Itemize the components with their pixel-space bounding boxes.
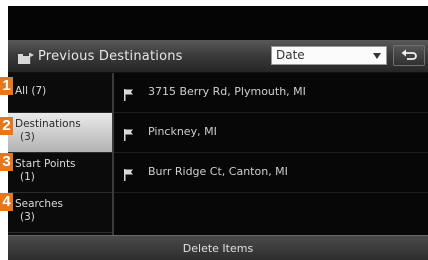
list-item[interactable]: 3715 Berry Rd, Plymouth, MI [114,73,428,113]
callout-3: 3 [0,153,13,171]
list-item-text: Pinckney, MI [148,125,217,138]
header-title-group: Previous Destinations [17,40,183,72]
sidebar-item-start-points[interactable]: Start Points (1) [8,153,112,193]
flag-icon [123,86,134,105]
flag-icon [123,126,134,145]
sidebar-item-count: (3) [20,131,35,143]
destination-list: 3715 Berry Rd, Plymouth, MI Pinckney, MI… [114,73,428,235]
folder-flag-icon [17,50,35,64]
callout-1: 1 [0,77,13,95]
header-bar: Previous Destinations Date [8,40,428,73]
sidebar-item-label: Destinations [15,118,81,130]
flag-icon [123,166,134,185]
category-sidebar: All (7) Destinations (3) Start Points (1… [8,73,112,235]
list-item-text: Burr Ridge Ct, Canton, MI [148,165,288,178]
sidebar-item-count: (3) [20,211,35,223]
sidebar-item-destinations[interactable]: Destinations (3) [8,113,112,153]
sort-select-value: Date [276,48,305,62]
callout-2: 2 [0,117,13,135]
delete-items-button[interactable]: Delete Items [8,235,428,260]
sidebar-item-label: Start Points [15,158,76,170]
callout-4: 4 [0,193,13,211]
sidebar-item-label: Searches [15,198,64,210]
page-title: Previous Destinations [38,48,183,64]
list-item[interactable]: Pinckney, MI [114,113,428,153]
navigation-screen: Previous Destinations Date All (7) Desti… [8,6,428,260]
back-button[interactable] [393,45,425,66]
sidebar-item-label: All (7) [15,85,47,97]
list-item[interactable]: Burr Ridge Ct, Canton, MI [114,153,428,193]
list-item-text: 3715 Berry Rd, Plymouth, MI [148,85,306,98]
back-arrow-icon [401,49,417,60]
chevron-down-icon [373,53,381,59]
sidebar-item-all[interactable]: All (7) [8,73,112,113]
sidebar-item-searches[interactable]: Searches (3) [8,193,112,233]
delete-items-label: Delete Items [182,242,254,255]
sidebar-item-count: (1) [20,171,35,183]
sort-select[interactable]: Date [271,46,387,65]
